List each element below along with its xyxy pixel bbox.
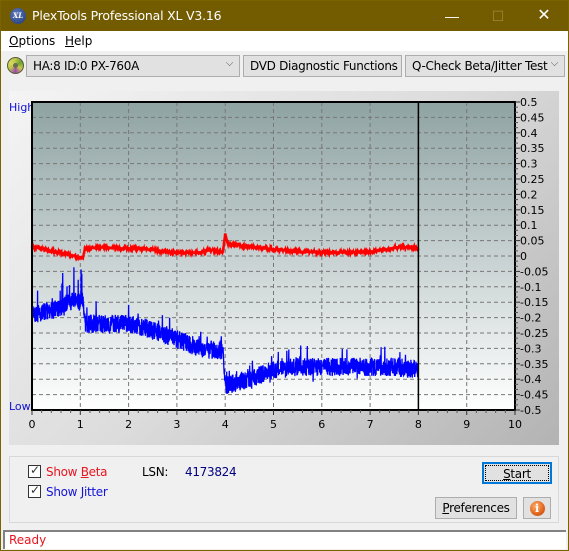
chevron-down-icon: ⌵ [225,58,234,69]
drive-select-value: HA:8 ID:0 PX-760A [33,59,139,73]
window-title: PlexTools Professional XL V3.16 [32,8,222,23]
y-tick-label: -0.1 [520,281,541,294]
y-tick-label: 0.15 [520,204,545,217]
y-tick-label: 0.25 [520,173,545,186]
drive-select[interactable]: HA:8 ID:0 PX-760A ⌵ [26,55,240,77]
show-beta-label[interactable]: Show Beta [46,465,107,479]
status-text: Ready [9,533,47,547]
app-window: XL PlexTools Professional XL V3.16 — ☐ ✕… [0,0,569,551]
y-tick-label: -0.3 [520,342,541,355]
y-tick-label: -0.5 [520,404,541,417]
controls-panel: Show Beta Show Jitter LSN: 4173824 Start… [9,456,559,523]
y-tick-label: 0.45 [520,111,545,124]
y-tick-label: 0.1 [520,219,538,232]
info-button[interactable]: i [523,497,551,519]
chart-panel: High Low 0 1 2 3 4 5 6 7 8 9 10 0.5 0.45 0.4 0.35 0.3 0.… [9,91,559,445]
x-tick-label: 7 [367,418,374,431]
test-select[interactable]: Q-Check Beta/Jitter Test ⌵ [405,55,565,77]
show-jitter-checkbox[interactable] [28,483,41,498]
show-jitter-label[interactable]: Show Jitter [46,485,108,499]
y-tick-label: -0.15 [520,296,548,309]
function-select-value: DVD Diagnostic Functions [250,59,398,73]
preferences-button[interactable]: Preferences [435,497,517,519]
y-tick-label: -0.35 [520,358,548,371]
x-tick-label: 9 [463,418,470,431]
menu-options-label: ptions [18,34,56,48]
chevron-down-icon: ⌵ [387,58,396,69]
y-tick-label: 0.2 [520,188,538,201]
x-tick-label: 4 [222,418,229,431]
x-tick-label: 5 [270,418,277,431]
info-icon: i [529,501,545,516]
y-tick-label: 0.5 [520,96,538,109]
xl-logo-icon: XL [10,8,26,24]
y-tick-label: 0.35 [520,142,545,155]
beta-jitter-chart: 0 1 2 3 4 5 6 7 8 9 10 0.5 0.45 0.4 0.35 0.3 0.25 0.2 0.15… [29,96,549,431]
function-select[interactable]: DVD Diagnostic Functions ⌵ [243,55,402,77]
x-tick-label: 2 [125,418,132,431]
start-button[interactable]: Start [482,462,552,484]
y-tick-label: 0.3 [520,158,538,171]
chevron-down-icon: ⌵ [550,58,559,69]
menu-help-label: elp [74,34,93,48]
menu-options[interactable]: Options [9,34,55,48]
title-bar[interactable]: XL PlexTools Professional XL V3.16 — ☐ ✕ [1,1,568,31]
y-tick-label: 0.05 [520,235,545,248]
x-tick-label: 6 [318,418,325,431]
lsn-label: LSN: [142,465,169,479]
y-tick-label: 0 [520,250,527,263]
y-tick-label: -0.05 [520,265,548,278]
menu-help[interactable]: Help [65,34,92,48]
disc-icon [7,57,24,74]
show-beta-checkbox[interactable] [28,463,41,478]
y-tick-label: 0.4 [520,127,538,140]
close-button[interactable]: ✕ [521,1,567,31]
x-tick-label: 0 [29,418,36,431]
minimize-button[interactable]: — [429,1,475,31]
test-select-value: Q-Check Beta/Jitter Test [412,59,548,73]
x-tick-label: 10 [508,418,522,431]
lsn-value: 4173824 [185,465,237,479]
x-tick-label: 3 [173,418,180,431]
y-tick-label: -0.4 [520,373,541,386]
menu-bar: Options Help [1,31,568,51]
y-tick-label: -0.25 [520,327,548,340]
x-tick-label: 1 [77,418,84,431]
maximize-button[interactable]: ☐ [475,1,521,31]
x-tick-label: 8 [415,418,422,431]
y-tick-label: -0.45 [520,389,548,402]
status-bar: Ready [3,530,566,549]
y-tick-label: -0.2 [520,312,541,325]
